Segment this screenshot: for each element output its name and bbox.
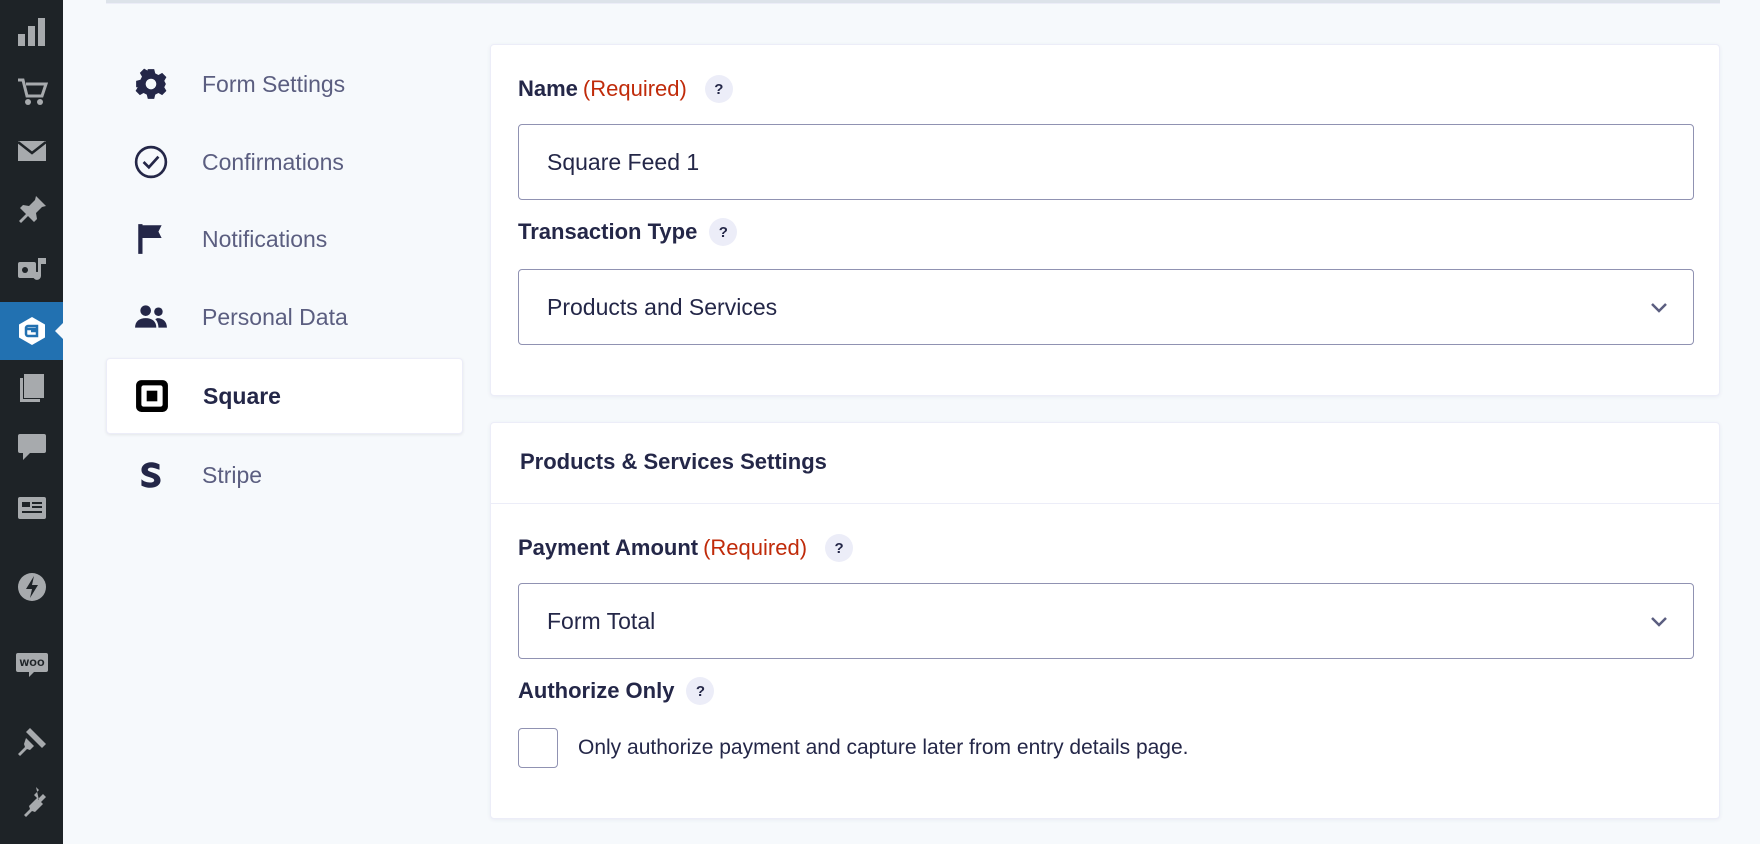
nav-label: Stripe [202, 461, 263, 488]
section-title: Products & Services Settings [520, 449, 827, 474]
chevron-down-icon [1647, 295, 1671, 319]
stripe-logo-icon [131, 455, 171, 495]
mail-icon[interactable] [0, 122, 63, 180]
nav-item-stripe[interactable]: Stripe [106, 437, 463, 513]
pin-icon[interactable] [0, 181, 63, 239]
nav-item-square[interactable]: Square [106, 358, 463, 434]
nav-label: Confirmations [202, 148, 344, 175]
amount-help-button[interactable]: ? [825, 534, 854, 562]
name-help-button[interactable]: ? [704, 75, 733, 103]
authorize-only-checkbox[interactable] [518, 728, 558, 768]
name-input-value: Square Feed 1 [547, 148, 700, 175]
payment-amount-select[interactable]: Form Total [518, 583, 1694, 659]
flag-icon [131, 219, 171, 259]
products-services-panel: Products & Services Settings Payment Amo… [490, 422, 1720, 819]
media-icon[interactable] [0, 241, 63, 299]
appearance-icon[interactable] [0, 713, 63, 771]
nav-label: Notifications [202, 225, 328, 252]
transaction-select-value: Products and Services [547, 293, 778, 320]
nav-item-form-settings[interactable]: Form Settings [106, 46, 463, 122]
amount-label-text: Payment Amount [518, 535, 699, 560]
gravity-forms-icon[interactable] [0, 302, 63, 360]
feed-settings-panel: Name (Required) ? Square Feed 1 Transact… [490, 44, 1720, 396]
nav-label: Square [203, 382, 281, 409]
dashboard-chart-icon[interactable] [0, 3, 63, 61]
nav-item-confirmations[interactable]: Confirmations [106, 124, 463, 200]
nav-item-personal-data[interactable]: Personal Data [106, 279, 463, 355]
woo-text: WOO [19, 659, 45, 669]
woo-icon[interactable]: WOO [0, 635, 63, 693]
transaction-type-label: Transaction Type ? [518, 218, 738, 246]
nav-label: Form Settings [202, 70, 346, 97]
comments-icon[interactable] [0, 418, 63, 476]
transaction-help-button[interactable]: ? [709, 218, 738, 246]
name-input[interactable]: Square Feed 1 [518, 124, 1694, 200]
name-required-text: (Required) [582, 76, 687, 101]
amount-select-value: Form Total [547, 607, 656, 634]
section-divider [491, 503, 1719, 504]
amount-required-text: (Required) [703, 535, 808, 560]
transaction-label-text: Transaction Type [518, 219, 698, 244]
authorize-help-button[interactable]: ? [686, 677, 715, 705]
plugins-icon[interactable] [0, 772, 63, 830]
chevron-down-icon [1647, 609, 1671, 633]
top-panel-edge [106, 0, 1720, 4]
admin-sidebar: WOO [0, 0, 63, 844]
gear-icon [131, 64, 171, 104]
pages-icon[interactable] [0, 359, 63, 417]
bolt-icon[interactable] [0, 558, 63, 616]
authorize-label-text: Authorize Only [518, 678, 675, 703]
cart-icon[interactable] [0, 63, 63, 121]
name-label-text: Name [518, 76, 578, 101]
transaction-type-select[interactable]: Products and Services [518, 269, 1694, 345]
people-icon [131, 297, 171, 337]
square-logo-icon [132, 376, 172, 416]
nav-item-notifications[interactable]: Notifications [106, 201, 463, 277]
payment-amount-label: Payment Amount (Required) ? [518, 534, 854, 562]
authorize-only-text: Only authorize payment and capture later… [578, 736, 1189, 759]
nav-label: Personal Data [202, 303, 348, 330]
name-field-label: Name (Required) ? [518, 75, 733, 103]
authorize-only-label: Authorize Only ? [518, 677, 715, 705]
check-circle-icon [131, 142, 171, 182]
forms-list-icon[interactable] [0, 479, 63, 537]
